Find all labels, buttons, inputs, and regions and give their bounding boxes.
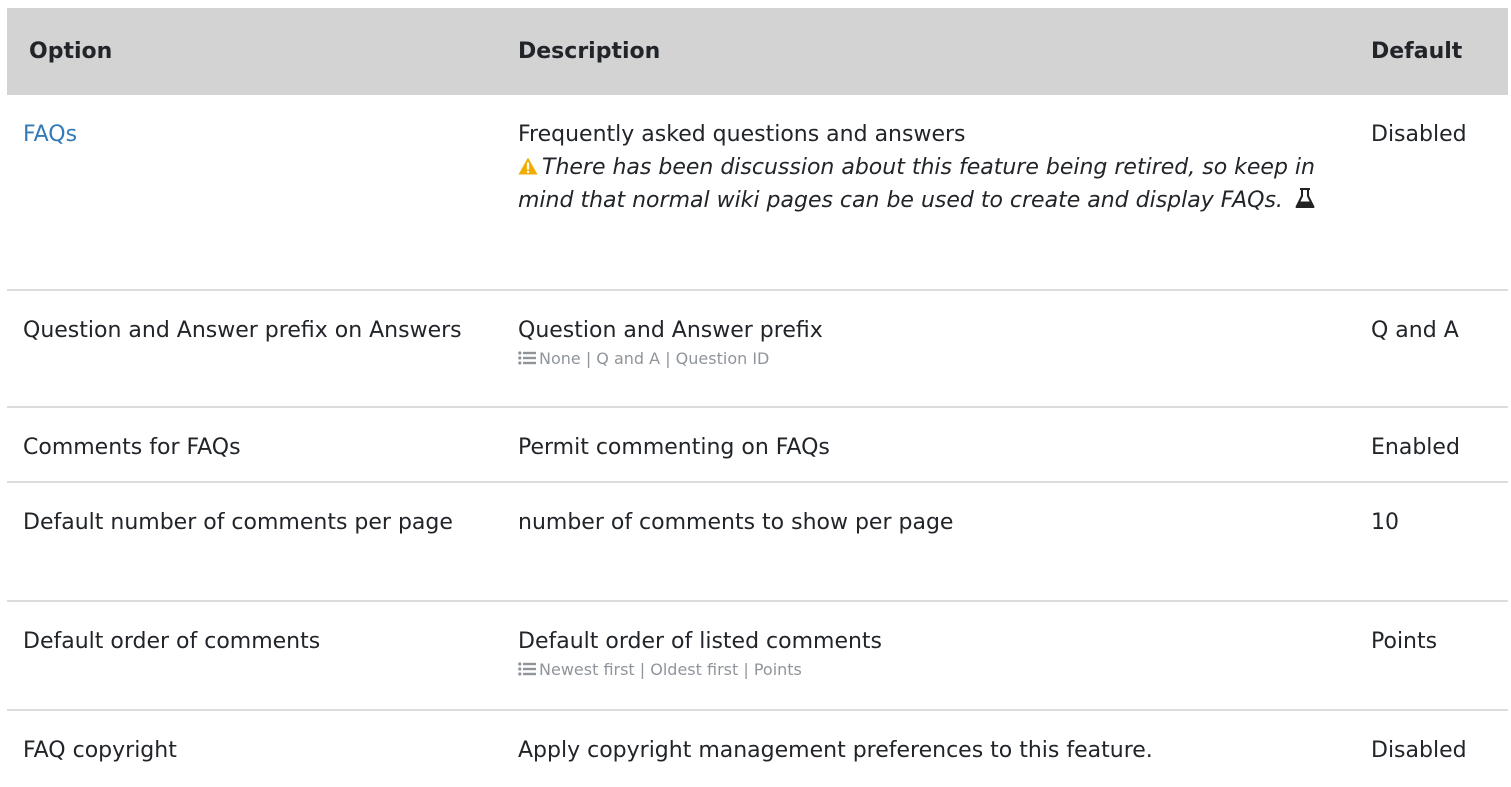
header-row: Option Description Default — [7, 8, 1508, 95]
options-list: Newest first | Oldest first | Points — [518, 658, 1328, 682]
faqs-link[interactable]: FAQs — [23, 122, 77, 147]
table-row: Comments for FAQs Permit commenting on F… — [7, 407, 1508, 482]
table-row: Default order of comments Default order … — [7, 601, 1508, 710]
description-text: Default order of listed comments — [518, 629, 883, 654]
warning-text: There has been discussion about this fea… — [518, 155, 1315, 213]
description-cell: Default order of listed comments Newest … — [496, 601, 1348, 710]
description-cell: Question and Answer prefix None | Q and … — [496, 290, 1348, 407]
default-cell: Q and A — [1371, 318, 1459, 343]
preferences-table: Option Description Default FAQs Frequent… — [7, 8, 1508, 787]
option-cell: Question and Answer prefix on Answers — [23, 318, 462, 343]
list-icon — [518, 351, 536, 365]
header-description: Description — [518, 39, 661, 64]
description-cell: Frequently asked questions and answers T… — [496, 95, 1348, 290]
flask-icon — [1295, 188, 1315, 208]
description-cell: number of comments to show per page — [518, 510, 954, 535]
option-cell: FAQ copyright — [23, 738, 177, 763]
table-header: Option Description Default — [7, 8, 1508, 95]
table-row: FAQs Frequently asked questions and answ… — [7, 95, 1508, 290]
table-row: Default number of comments per page numb… — [7, 482, 1508, 601]
header-option: Option — [29, 39, 113, 64]
description-text: Frequently asked questions and answers — [518, 122, 966, 147]
description-cell: Apply copyright management preferences t… — [518, 738, 1153, 763]
table-row: Question and Answer prefix on Answers Qu… — [7, 290, 1508, 407]
option-cell: Comments for FAQs — [23, 435, 241, 460]
default-cell: 10 — [1371, 510, 1399, 535]
preferences-frame: Option Description Default FAQs Frequent… — [0, 0, 1511, 787]
default-cell: Enabled — [1371, 435, 1460, 460]
description-text: Question and Answer prefix — [518, 318, 823, 343]
warning-note: There has been discussion about this fea… — [518, 151, 1328, 217]
default-cell: Points — [1371, 629, 1438, 654]
options-text: None | Q and A | Question ID — [539, 349, 770, 368]
description-cell: Permit commenting on FAQs — [518, 435, 830, 460]
header-default: Default — [1371, 39, 1463, 64]
table-row: FAQ copyright Apply copyright management… — [7, 710, 1508, 787]
option-cell: Default number of comments per page — [23, 510, 453, 535]
options-text: Newest first | Oldest first | Points — [539, 660, 802, 679]
default-cell: Disabled — [1371, 122, 1467, 147]
warning-icon — [518, 157, 538, 175]
option-cell: FAQs — [7, 95, 496, 290]
options-list: None | Q and A | Question ID — [518, 347, 1328, 371]
default-cell: Disabled — [1371, 738, 1467, 763]
option-cell: Default order of comments — [23, 629, 321, 654]
list-icon — [518, 662, 536, 676]
